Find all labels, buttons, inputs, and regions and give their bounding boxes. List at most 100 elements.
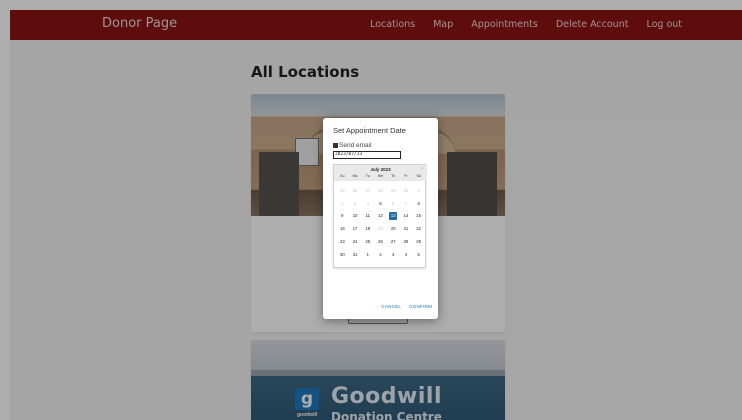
calendar-day: 6	[387, 197, 400, 210]
calendar-day-label: 29	[416, 239, 421, 245]
chevron-right-icon[interactable]: ›	[421, 166, 423, 172]
calendar-day[interactable]: 26	[374, 235, 387, 248]
weekday-label: Mo	[352, 174, 358, 178]
calendar-day: 3	[349, 197, 362, 210]
calendar-days: 25 26 27 28 29 30 1 2 3 4 5 6 7 8 9 10 11 12 13 14 15 16 17 18 1…	[336, 184, 425, 261]
calendar-day[interactable]: 30	[336, 248, 349, 261]
calendar-day[interactable]: 24	[349, 235, 362, 248]
calendar-day[interactable]: 8	[412, 197, 425, 210]
send-email-row: Send email	[333, 142, 372, 149]
calendar-day-label: 27	[365, 187, 371, 193]
calendar-day-label: 28	[378, 187, 383, 193]
calendar-day: 7	[400, 197, 413, 210]
calendar-day[interactable]: 4	[400, 248, 413, 261]
send-email-checkbox[interactable]	[333, 143, 338, 148]
calendar-day-label: 29	[390, 187, 396, 193]
calendar-day-label: 30	[403, 187, 409, 193]
calendar-day-label: 14	[403, 213, 409, 219]
calendar-day: 2	[336, 197, 349, 210]
calendar-day: 4	[361, 197, 374, 210]
calendar-day-label: 25	[340, 187, 345, 193]
calendar-day-label: 23	[340, 239, 345, 245]
calendar-day[interactable]: 17	[349, 222, 362, 235]
calendar-day-selected[interactable]: 13	[387, 210, 400, 223]
calendar-day[interactable]: 1	[361, 248, 374, 261]
calendar-day-label: 5	[379, 200, 382, 206]
weekday-label: Th	[391, 174, 396, 178]
calendar-day-label: 5	[417, 251, 420, 257]
calendar-day[interactable]: 5	[412, 248, 425, 261]
calendar-day: 26	[349, 184, 362, 197]
calendar-day[interactable]: 10	[349, 210, 362, 223]
calendar-day-label: 11	[365, 213, 370, 219]
calendar-day[interactable]: 25	[361, 235, 374, 248]
calendar-day[interactable]: 2	[374, 248, 387, 261]
calendar-day-label: 16	[340, 226, 345, 232]
appointment-dialog: Set Appointment Date Send email 2023/07/…	[323, 118, 438, 319]
calendar-day: 1	[412, 184, 425, 197]
calendar-day-label: 7	[404, 200, 408, 206]
calendar-header: July 2023 › Su Mo Tu We Th Fr Sa	[334, 165, 427, 181]
calendar-day-label: 18	[365, 226, 371, 232]
calendar-day: 28	[374, 184, 387, 197]
weekday-label: We	[377, 174, 384, 178]
calendar-day[interactable]: 18	[361, 222, 374, 235]
calendar-day[interactable]: 9	[336, 210, 349, 223]
calendar-day-label: 24	[352, 239, 358, 245]
calendar-day-label: 21	[403, 226, 409, 232]
calendar-day-label: 15	[416, 213, 421, 219]
calendar-day[interactable]: 29	[412, 235, 425, 248]
calendar-day[interactable]: 22	[412, 222, 425, 235]
calendar-day-label: 17	[352, 226, 358, 232]
calendar-day[interactable]: 21	[400, 222, 413, 235]
confirm-button[interactable]: CONFIRM	[409, 304, 432, 309]
calendar-day-label: 25	[365, 239, 371, 245]
calendar-day[interactable]: 11	[361, 210, 374, 223]
calendar-day-label: 27	[390, 239, 396, 245]
calendar-day-label: 6	[392, 200, 395, 206]
calendar-day[interactable]: 16	[336, 222, 349, 235]
calendar-day-label: 20	[390, 226, 396, 232]
calendar-day-label: 1	[366, 251, 369, 257]
weekday-label: Sa	[416, 174, 421, 178]
weekday-label: Su	[340, 174, 345, 178]
weekday-label: Fr	[404, 174, 408, 178]
calendar-day-label: 3	[353, 200, 357, 206]
calendar-day-label: 2	[379, 251, 382, 257]
calendar-day[interactable]: 12	[374, 210, 387, 223]
calendar-day: 30	[400, 184, 413, 197]
calendar-day[interactable]: 3	[387, 248, 400, 261]
calendar-day[interactable]: 5	[374, 197, 387, 210]
calendar-day: 29	[387, 184, 400, 197]
weekday-label: Tu	[365, 174, 370, 178]
calendar-day: 19	[374, 222, 387, 235]
calendar-day-label: 4	[404, 251, 408, 257]
dialog-actions: CANCEL CONFIRM	[381, 304, 432, 309]
calendar-day: 27	[361, 184, 374, 197]
calendar-day-label: 28	[403, 239, 409, 245]
cancel-button[interactable]: CANCEL	[381, 304, 401, 309]
weekday-row: Su Mo Tu We Th Fr Sa	[336, 174, 425, 178]
calendar-day-label: 3	[392, 251, 395, 257]
calendar-day[interactable]: 23	[336, 235, 349, 248]
calendar-day: 25	[336, 184, 349, 197]
calendar-day[interactable]: 31	[349, 248, 362, 261]
calendar-day-label: 19	[378, 226, 383, 232]
calendar-day-label: 9	[341, 213, 344, 219]
calendar-day-label: 26	[378, 239, 383, 245]
calendar-day-label: 10	[352, 213, 358, 219]
send-email-label[interactable]: Send email	[339, 142, 372, 149]
calendar-day-label: 12	[378, 213, 383, 219]
date-input[interactable]: 2023/07/13	[333, 151, 401, 159]
calendar-day-label: 31	[352, 251, 358, 257]
calendar-day-label: 13	[389, 211, 398, 220]
calendar-day-label: 26	[352, 187, 358, 193]
calendar-day[interactable]: 27	[387, 235, 400, 248]
calendar-day[interactable]: 20	[387, 222, 400, 235]
calendar-day-label: 22	[416, 226, 421, 232]
calendar-day-label: 8	[417, 200, 420, 206]
calendar-day[interactable]: 28	[400, 235, 413, 248]
calendar-day[interactable]: 15	[412, 210, 425, 223]
calendar-day[interactable]: 14	[400, 210, 413, 223]
calendar-day-label: 1	[417, 187, 420, 193]
